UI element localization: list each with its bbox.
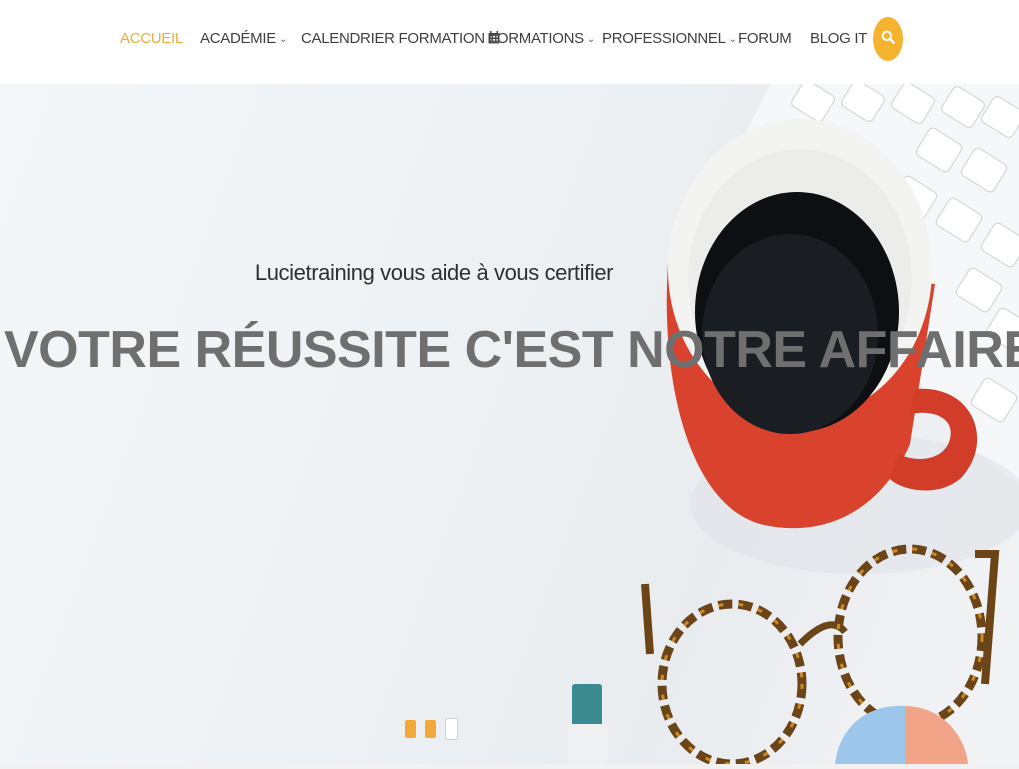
nav-item-blog-it[interactable]: BLOG IT [810,30,867,52]
nav-item-forum[interactable]: FORUM [738,30,792,52]
hero-title: VOTRE RÉUSSITE C'EST NOTRE AFFAIRE [4,321,1019,379]
slider-dot-3[interactable] [445,718,458,740]
nav-item-accueil[interactable]: ACCUEIL [120,30,183,52]
usb-stick-illustration [568,684,608,764]
chevron-down-icon: ⌄ [278,34,288,45]
slider-dot-2[interactable] [425,720,436,738]
search-button[interactable] [873,17,903,61]
nav-label: ACADÉMIE [200,30,276,47]
hero-background-image [568,84,1019,764]
nav-item-academie[interactable]: ACADÉMIE ⌄ [200,30,287,52]
hero-subtitle: Lucietraining vous aide à vous certifier [254,260,614,285]
nav-label: CALENDRIER FORMATION [301,30,485,47]
section-divider [0,764,1019,769]
nav-label: ACCUEIL [120,30,183,47]
nav-label: PROFESSIONNEL [602,30,726,47]
nav-item-formations[interactable]: FORMATIONS ⌄ [488,30,595,52]
slider-dot-1[interactable] [405,720,416,738]
nav-item-calendrier-formation[interactable]: CALENDRIER FORMATION [301,30,500,52]
chevron-down-icon: ⌄ [728,34,737,45]
nav-label: FORMATIONS [488,30,584,47]
search-icon [881,30,895,49]
nav-item-professionnel[interactable]: PROFESSIONNEL ⌄ [602,30,737,52]
nav-label: BLOG IT [810,30,868,47]
chevron-down-icon: ⌄ [586,34,595,45]
main-navbar: ACCUEIL ACADÉMIE ⌄ CALENDRIER FORMATION F… [0,0,1019,84]
hero-slider: Lucietraining vous aide à vous certifier… [0,84,1019,764]
nav-label: FORUM [738,30,792,47]
slider-pagination [405,718,458,740]
